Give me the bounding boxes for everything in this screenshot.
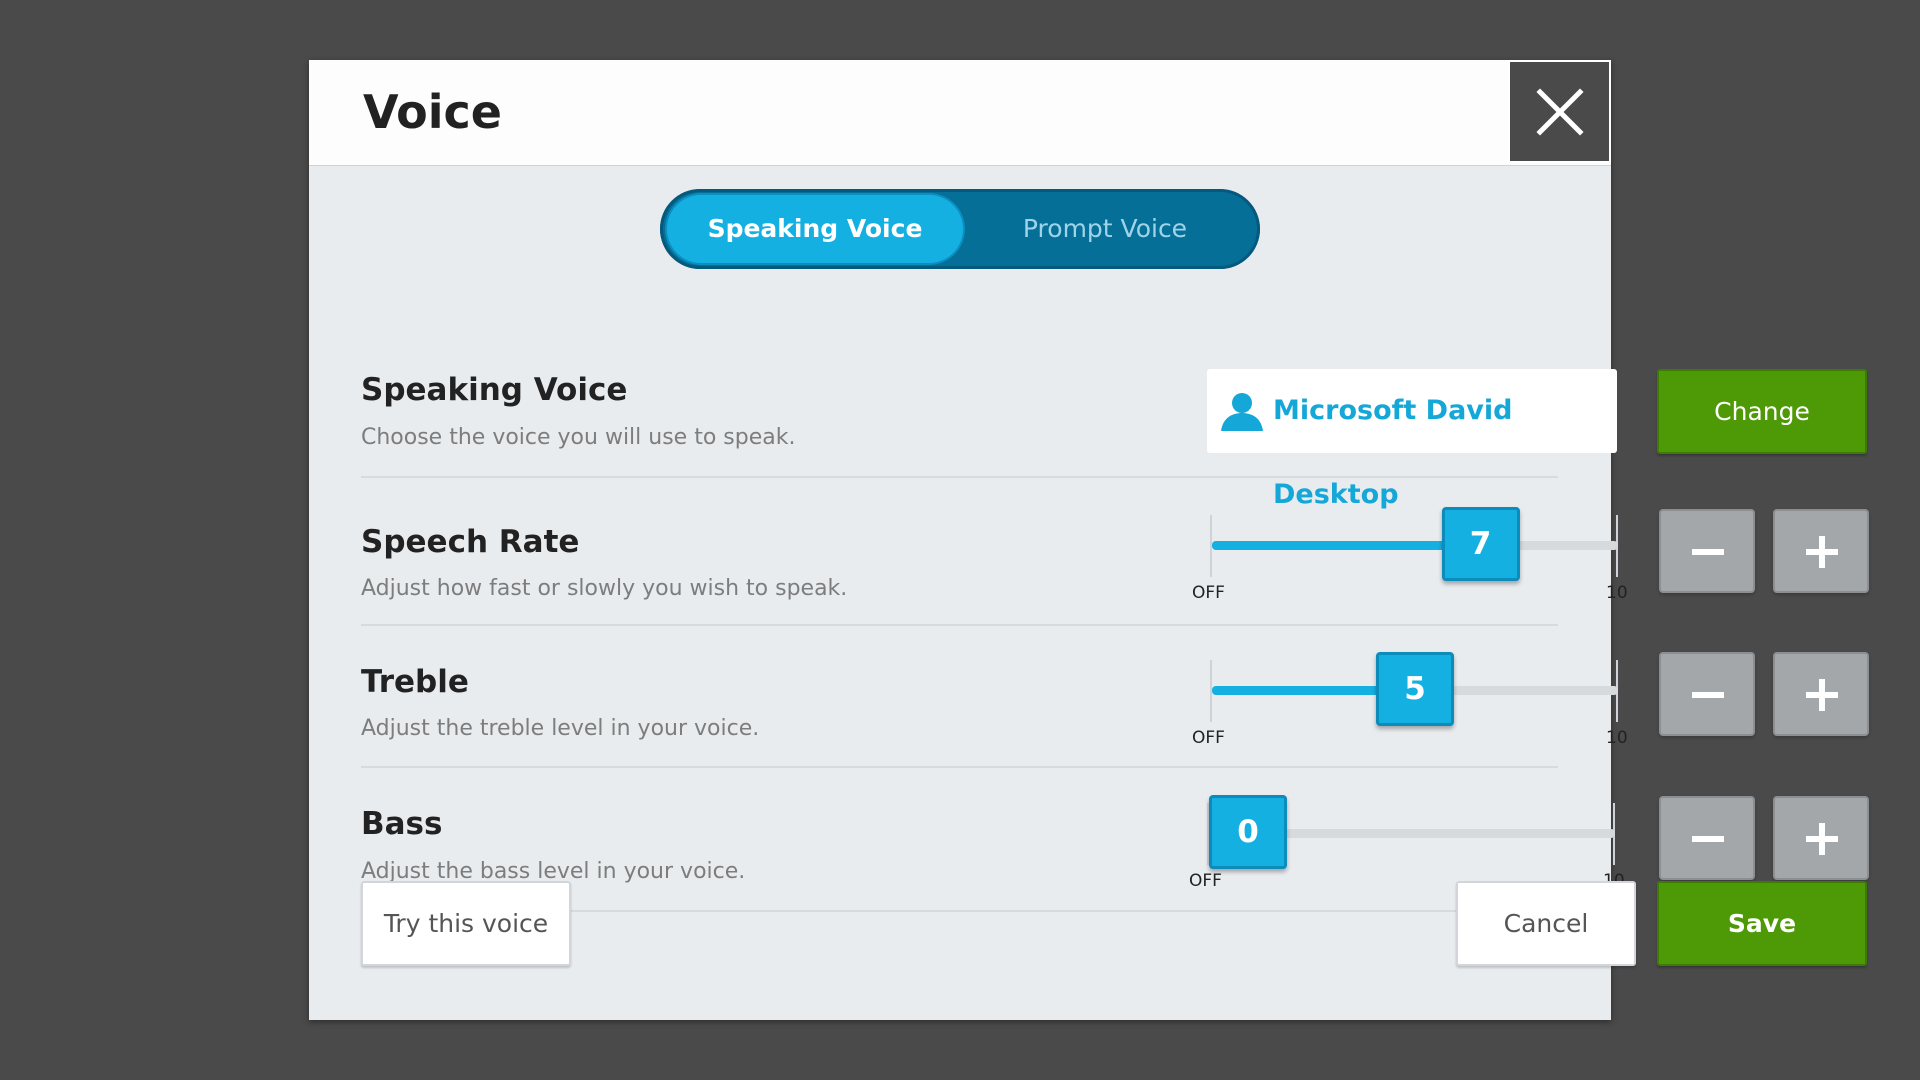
slider-min-label: OFF [1192,583,1225,603]
minus-icon [1692,549,1724,555]
speaking-voice-label: Speaking Voice [361,372,628,408]
person-icon [1221,393,1263,431]
try-voice-button[interactable]: Try this voice [361,881,571,966]
dialog-title: Voice [363,85,502,139]
speaking-voice-description: Choose the voice you will use to speak. [361,425,796,450]
dialog-header: Voice [309,60,1611,166]
slider-max-label: 10 [1606,583,1628,603]
bass-decrease-button[interactable] [1659,796,1755,880]
slider-fill [1212,541,1481,550]
save-button[interactable]: Save [1657,881,1867,966]
tab-speaking-voice[interactable]: Speaking Voice [667,195,963,263]
close-icon [1536,88,1584,136]
treble-description: Adjust the treble level in your voice. [361,716,760,741]
speech-rate-decrease-button[interactable] [1659,509,1755,593]
treble-decrease-button[interactable] [1659,652,1755,736]
minus-icon [1692,836,1724,842]
plus-icon-vertical [1819,536,1825,568]
voice-dialog: Voice Speaking Voice Prompt Voice Speaki… [309,60,1869,1020]
speech-rate-label: Speech Rate [361,524,580,560]
treble-slider[interactable]: 5 OFF 10 [1192,652,1628,748]
voice-type-toggle: Speaking Voice Prompt Voice [660,189,1260,269]
speech-rate-thumb[interactable]: 7 [1441,507,1520,581]
bass-label: Bass [361,806,443,842]
selected-voice-display[interactable]: Microsoft David Desktop [1207,369,1617,510]
speech-rate-slider[interactable]: 7 OFF 10 [1192,507,1628,603]
plus-icon-vertical [1819,823,1825,855]
treble-increase-button[interactable] [1773,652,1869,736]
minus-icon [1692,692,1724,698]
speech-rate-description: Adjust how fast or slowly you wish to sp… [361,576,848,601]
speech-rate-increase-button[interactable] [1773,509,1869,593]
bass-thumb[interactable]: 0 [1209,795,1287,869]
slider-max-label: 10 [1606,728,1628,748]
tab-prompt-voice[interactable]: Prompt Voice [957,195,1253,263]
treble-thumb[interactable]: 5 [1376,652,1454,726]
slider-min-label: OFF [1192,728,1225,748]
plus-icon-vertical [1819,679,1825,711]
bass-slider[interactable]: 0 OFF 10 [1189,795,1625,891]
change-voice-button[interactable]: Change [1657,369,1867,454]
treble-label: Treble [361,664,469,700]
close-button[interactable] [1508,60,1611,163]
bass-increase-button[interactable] [1773,796,1869,880]
slider-min-label: OFF [1189,871,1222,891]
cancel-button[interactable]: Cancel [1456,881,1636,966]
